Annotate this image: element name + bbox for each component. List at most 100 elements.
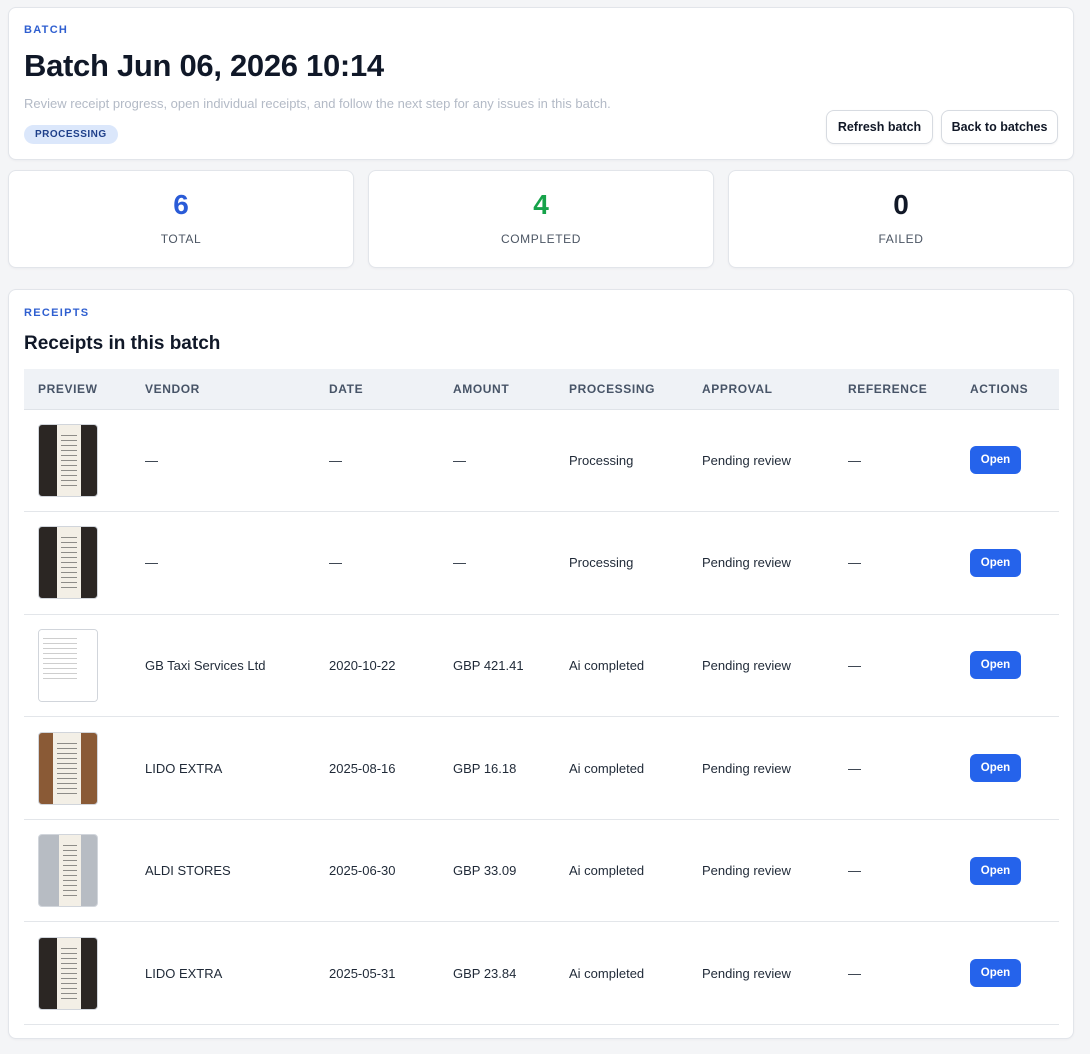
table-row: — — — Processing Pending review — Open [24, 409, 1059, 512]
reference-cell: — [848, 657, 861, 673]
column-header-amount: AMOUNT [439, 369, 555, 410]
receipt-print-lines [61, 947, 77, 1001]
actions-cell: Open [956, 922, 1059, 1025]
table-row: GB Taxi Services Ltd 2020-10-22 GBP 421.41… [24, 614, 1059, 717]
vendor-cell: GB Taxi Services Ltd [145, 657, 266, 673]
batch-header-card: BATCH Batch Jun 06, 2026 10:14 Review re… [8, 7, 1074, 160]
open-receipt-button[interactable]: Open [970, 959, 1021, 988]
table-header-row: PREVIEW VENDOR DATE AMOUNT PROCESSING AP… [24, 369, 1059, 410]
receipt-paper-image [39, 629, 97, 701]
receipt-paper-image [57, 527, 81, 599]
stat-card-total: 6 TOTAL [8, 170, 354, 268]
actions-cell: Open [956, 614, 1059, 717]
approval-cell: Pending review [702, 452, 791, 468]
actions-cell: Open [956, 512, 1059, 615]
stat-label: TOTAL [160, 232, 202, 246]
open-receipt-button[interactable]: Open [970, 446, 1021, 475]
stat-value: 0 [893, 189, 909, 220]
actions-cell: Open [956, 819, 1059, 922]
section-title: Receipts in this batch [24, 333, 221, 354]
receipt-print-lines [63, 845, 77, 899]
amount-cell: — [453, 452, 466, 468]
receipt-paper-image [57, 424, 81, 496]
table-row: — — — Processing Pending review — Open [24, 512, 1059, 615]
open-receipt-button[interactable]: Open [970, 651, 1021, 680]
table-row: LIDO EXTRA 2025-05-31 GBP 23.84 Ai complete… [24, 922, 1059, 1025]
stat-label: FAILED [878, 232, 924, 246]
section-eyebrow: BATCH [24, 24, 69, 36]
open-receipt-button[interactable]: Open [970, 548, 1021, 577]
page-title: Batch Jun 06, 2026 10:14 [24, 48, 384, 83]
receipt-print-lines [61, 434, 77, 488]
vendor-cell: LIDO EXTRA [145, 965, 223, 981]
receipt-paper-image [53, 732, 81, 804]
reference-cell: — [848, 863, 861, 879]
status-badge: PROCESSING [24, 125, 118, 144]
column-header-vendor: VENDOR [131, 369, 315, 410]
processing-cell: Processing [569, 555, 634, 571]
column-header-approval: APPROVAL [688, 369, 834, 410]
amount-cell: GBP 33.09 [453, 863, 517, 879]
approval-cell: Pending review [702, 760, 791, 776]
refresh-batch-button[interactable]: Refresh batch [826, 110, 933, 144]
date-cell: — [329, 555, 342, 571]
open-receipt-button[interactable]: Open [970, 754, 1021, 783]
processing-cell: Ai completed [569, 657, 645, 673]
approval-cell: Pending review [702, 965, 791, 981]
page-subtitle: Review receipt progress, open individual… [24, 96, 611, 111]
receipt-print-lines [43, 637, 77, 682]
receipts-table: PREVIEW VENDOR DATE AMOUNT PROCESSING AP… [24, 369, 1059, 1025]
stat-value: 6 [173, 189, 189, 220]
processing-cell: Ai completed [569, 863, 645, 879]
amount-cell: GBP 16.18 [453, 760, 517, 776]
vendor-cell: — [145, 452, 158, 468]
reference-cell: — [848, 452, 861, 468]
stat-card-failed: 0 FAILED [728, 170, 1074, 268]
receipt-paper-image [57, 937, 81, 1009]
receipt-thumbnail[interactable] [38, 936, 98, 1010]
approval-cell: Pending review [702, 657, 791, 673]
preview-cell [24, 717, 131, 820]
approval-cell: Pending review [702, 555, 791, 571]
date-cell: 2025-08-16 [329, 760, 396, 776]
column-header-processing: PROCESSING [555, 369, 688, 410]
amount-cell: — [453, 555, 466, 571]
stat-label: COMPLETED [500, 232, 582, 246]
table-row: ALDI STORES 2025-06-30 GBP 33.09 Ai complet… [24, 819, 1059, 922]
receipt-thumbnail[interactable] [38, 834, 98, 908]
back-to-batches-button[interactable]: Back to batches [941, 110, 1058, 144]
preview-cell [24, 512, 131, 615]
vendor-cell: LIDO EXTRA [145, 760, 223, 776]
reference-cell: — [848, 555, 861, 571]
preview-cell [24, 819, 131, 922]
vendor-cell: — [145, 555, 158, 571]
approval-cell: Pending review [702, 863, 791, 879]
receipt-thumbnail[interactable] [38, 731, 98, 805]
date-cell: 2020-10-22 [329, 657, 396, 673]
receipt-thumbnail[interactable] [38, 526, 98, 600]
receipt-print-lines [61, 537, 77, 591]
column-header-reference: REFERENCE [834, 369, 956, 410]
open-receipt-button[interactable]: Open [970, 856, 1021, 885]
receipt-thumbnail[interactable] [38, 423, 98, 497]
column-header-date: DATE [315, 369, 439, 410]
section-eyebrow: RECEIPTS [24, 307, 90, 319]
reference-cell: — [848, 965, 861, 981]
receipt-thumbnail[interactable] [38, 628, 98, 702]
date-cell: 2025-06-30 [329, 863, 396, 879]
receipt-paper-image [59, 835, 81, 907]
reference-cell: — [848, 760, 861, 776]
vendor-cell: ALDI STORES [145, 863, 231, 879]
processing-cell: Ai completed [569, 965, 645, 981]
preview-cell [24, 409, 131, 512]
stat-card-completed: 4 COMPLETED [368, 170, 714, 268]
receipt-print-lines [57, 742, 77, 796]
preview-cell [24, 922, 131, 1025]
column-header-preview: PREVIEW [24, 369, 131, 410]
amount-cell: GBP 23.84 [453, 965, 517, 981]
processing-cell: Processing [569, 452, 634, 468]
processing-cell: Ai completed [569, 760, 645, 776]
amount-cell: GBP 421.41 [453, 657, 524, 673]
actions-cell: Open [956, 409, 1059, 512]
stat-value: 4 [533, 189, 549, 220]
